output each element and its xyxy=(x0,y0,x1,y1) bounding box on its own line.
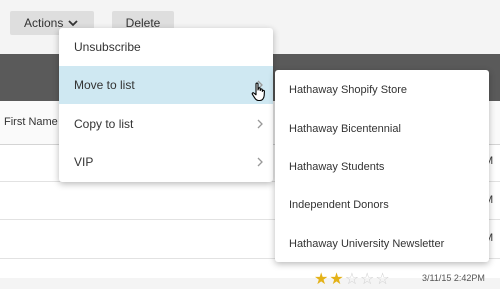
submenu-item-label: Independent Donors xyxy=(289,199,389,211)
menu-item-label: VIP xyxy=(74,155,94,169)
chevron-right-icon xyxy=(257,157,263,167)
menu-item-unsubscribe[interactable]: Unsubscribe xyxy=(59,28,273,66)
star-icon[interactable]: ☆ xyxy=(360,271,375,288)
menu-item-label: Move to list xyxy=(74,78,135,92)
menu-item-move-to-list[interactable]: Move to list xyxy=(59,66,273,104)
row-timestamp: 3/11/15 2:42PM xyxy=(422,273,485,283)
star-icon[interactable]: ☆ xyxy=(375,271,390,288)
submenu-item-label: Hathaway Shopify Store xyxy=(289,84,408,96)
list-submenu: Hathaway Shopify Store Hathaway Bicenten… xyxy=(275,70,489,262)
submenu-item-label: Hathaway University Newsletter xyxy=(289,238,445,250)
chevron-down-icon xyxy=(68,20,78,27)
star-icon[interactable]: ★ xyxy=(314,271,329,288)
submenu-item-list[interactable]: Hathaway Students xyxy=(275,148,489,186)
submenu-item-list[interactable]: Hathaway Bicentennial xyxy=(275,110,489,148)
submenu-item-list[interactable]: Hathaway University Newsletter xyxy=(275,225,489,263)
rating-stars[interactable]: ★★☆☆☆ xyxy=(314,269,391,289)
submenu-item-list[interactable]: Independent Donors xyxy=(275,186,489,224)
actions-menu: Unsubscribe Move to list Copy to list VI… xyxy=(59,28,273,182)
menu-item-label: Copy to list xyxy=(74,117,134,131)
star-icon[interactable]: ★ xyxy=(329,271,344,288)
column-header-first-name[interactable]: First Name xyxy=(4,116,58,128)
menu-item-label: Unsubscribe xyxy=(74,40,141,54)
menu-item-copy-to-list[interactable]: Copy to list xyxy=(59,105,273,143)
actions-button-label: Actions xyxy=(24,16,64,30)
menu-item-vip[interactable]: VIP xyxy=(59,143,273,181)
star-icon[interactable]: ☆ xyxy=(345,271,360,288)
chevron-right-icon xyxy=(257,119,263,129)
submenu-item-label: Hathaway Bicentennial xyxy=(289,123,401,135)
submenu-item-label: Hathaway Students xyxy=(289,161,385,173)
submenu-item-list[interactable]: Hathaway Shopify Store xyxy=(275,71,489,109)
hand-pointer-icon xyxy=(251,82,265,102)
